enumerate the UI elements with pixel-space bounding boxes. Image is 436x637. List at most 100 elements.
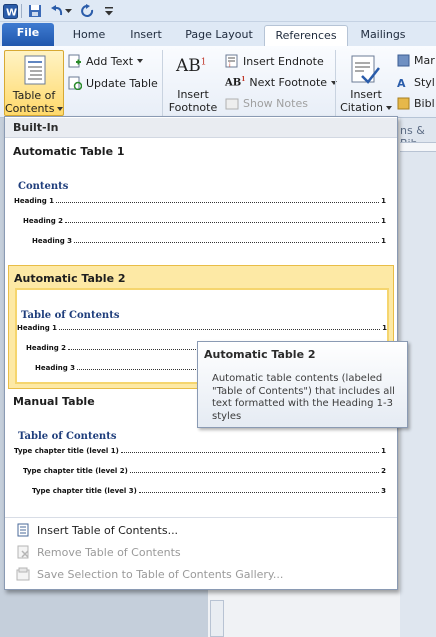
- ribbon-group-divider: [162, 50, 163, 116]
- table-of-contents-icon: [24, 55, 46, 88]
- insert-endnote-button[interactable]: i Insert Endnote: [225, 54, 324, 68]
- endnote-icon: i: [225, 54, 238, 68]
- tab-mailings[interactable]: Mailings: [352, 25, 414, 46]
- insert-citation-button[interactable]: Insert Citation: [338, 50, 394, 116]
- gallery-tooltip: Automatic Table 2 Automatic table conten…: [197, 341, 408, 428]
- insert-citation-label: Insert Citation: [338, 88, 394, 114]
- save-to-gallery-label: Save Selection to Table of Contents Gall…: [37, 567, 284, 581]
- remove-toc-label: Remove Table of Contents: [37, 545, 181, 559]
- automatic-table-1-title: Automatic Table 1: [13, 145, 125, 158]
- toc-preview-heading: Contents: [18, 181, 69, 192]
- insert-citation-icon: [350, 54, 380, 87]
- toc-line-page: 1: [382, 324, 387, 332]
- show-notes-label: Show Notes: [243, 97, 308, 110]
- toc-preview-line: Heading 3 1: [32, 237, 386, 245]
- builtin-header: Built-In: [5, 118, 397, 138]
- bibliography-button[interactable]: Bibl: [397, 97, 435, 110]
- update-table-icon: [68, 76, 82, 90]
- insert-toc-icon: [17, 523, 29, 537]
- tab-review-partial[interactable]: [418, 25, 436, 46]
- automatic-table-1-preview: Contents Heading 1 1 Heading 2 1 Heading 3…: [14, 175, 388, 259]
- toc-preview-line: Heading 1 1: [14, 197, 386, 205]
- toc-line-text: Heading 2: [26, 344, 67, 352]
- remove-table-of-contents-item[interactable]: Remove Table of Contents: [9, 541, 393, 563]
- insert-toc-label: Insert Table of Contents...: [37, 523, 179, 537]
- toc-line-page: 1: [381, 217, 386, 225]
- update-table-label: Update Table: [86, 76, 158, 90]
- tab-file[interactable]: File: [2, 23, 54, 46]
- automatic-table-2-title: Automatic Table 2: [14, 272, 126, 285]
- save-selection-to-gallery-item[interactable]: Save Selection to Table of Contents Gall…: [9, 563, 393, 585]
- next-footnote-button[interactable]: AB1 Next Footnote: [225, 76, 338, 89]
- style-icon: A: [397, 77, 406, 89]
- show-notes-icon: [225, 98, 239, 109]
- style-label: Styl: [414, 76, 435, 89]
- ribbon-group-divider: [335, 50, 336, 116]
- update-table-button[interactable]: Update Table: [68, 76, 158, 90]
- word-app-icon[interactable]: W: [2, 3, 18, 19]
- customize-qat-icon[interactable]: [104, 3, 114, 19]
- toc-line-text: Type chapter title (level 1): [14, 447, 119, 455]
- next-footnote-icon: AB1: [225, 76, 246, 89]
- show-notes-button[interactable]: Show Notes: [225, 97, 308, 110]
- manage-sources-icon: [397, 54, 410, 67]
- next-footnote-label: Next Footnote: [249, 76, 328, 89]
- insert-table-of-contents-item[interactable]: Insert Table of Contents...: [9, 519, 393, 541]
- manage-sources-button[interactable]: Mar: [397, 54, 435, 67]
- toc-preview-line: Type chapter title (level 3) 3: [32, 487, 386, 495]
- remove-toc-icon: [17, 545, 29, 559]
- chevron-down-icon: [137, 59, 144, 63]
- toc-preview-heading: Table of Contents: [18, 431, 117, 442]
- save-to-gallery-icon: [16, 567, 30, 581]
- insert-citation-line2: Citation: [340, 101, 383, 114]
- manage-sources-label: Mar: [414, 54, 435, 67]
- toc-line-page: 1: [381, 237, 386, 245]
- insert-footnote-line2: Footnote: [168, 101, 218, 114]
- toc-line-page: 1: [381, 197, 386, 205]
- insert-footnote-button[interactable]: AB1 Insert Footnote: [166, 50, 220, 116]
- toc-line-text: Type chapter title (level 2): [23, 467, 128, 475]
- ribbon-tab-bar: File Home Insert Page Layout References …: [0, 22, 436, 46]
- bibliography-label: Bibl: [414, 97, 435, 110]
- undo-icon[interactable]: [49, 3, 65, 19]
- table-of-contents-button[interactable]: Table of Contents: [4, 50, 64, 116]
- toc-line-text: Type chapter title (level 3): [32, 487, 137, 495]
- undo-dropdown-icon[interactable]: [64, 3, 72, 19]
- redo-icon[interactable]: [80, 3, 96, 19]
- tab-insert[interactable]: Insert: [120, 25, 172, 46]
- qat-divider: [21, 4, 22, 18]
- bibliography-icon: [397, 97, 410, 110]
- toc-line-text: Heading 3: [35, 364, 76, 372]
- toc-label-line1: Table of: [12, 89, 56, 102]
- toc-line-text: Heading 3: [32, 237, 73, 245]
- tab-home[interactable]: Home: [62, 25, 116, 46]
- chevron-down-icon: [385, 105, 392, 110]
- add-text-button[interactable]: Add Text: [68, 54, 144, 68]
- toc-line-text: Heading 2: [23, 217, 64, 225]
- toc-line-page: 1: [381, 447, 386, 455]
- toc-preview-line: Heading 1 1: [17, 324, 387, 332]
- toc-preview-line: Heading 2 1: [23, 217, 386, 225]
- insert-footnote-line1: Insert: [177, 88, 209, 101]
- toc-button-label: Table of Contents: [5, 89, 63, 115]
- menu-divider: [5, 517, 397, 518]
- tab-references[interactable]: References: [264, 25, 348, 46]
- toc-label-line2: Contents: [5, 102, 55, 115]
- manual-table-preview: Table of Contents Type chapter title (le…: [14, 427, 388, 511]
- toc-line-page: 3: [381, 487, 386, 495]
- toc-line-page: 2: [381, 467, 386, 475]
- chevron-down-icon: [57, 106, 63, 111]
- manual-table-title: Manual Table: [13, 395, 95, 408]
- horizontal-ruler: [400, 142, 436, 152]
- tooltip-title: Automatic Table 2: [204, 348, 316, 361]
- quick-access-toolbar: W: [0, 0, 436, 22]
- style-dropdown[interactable]: A Styl: [397, 76, 435, 89]
- insert-citation-line1: Insert: [350, 88, 382, 101]
- add-text-label: Add Text: [86, 54, 134, 68]
- toc-preview-line: Type chapter title (level 1) 1: [14, 447, 386, 455]
- save-icon[interactable]: [27, 3, 43, 19]
- gallery-item-automatic-table-1[interactable]: Automatic Table 1 Contents Heading 1 1 He…: [8, 139, 394, 263]
- tab-page-layout[interactable]: Page Layout: [177, 25, 261, 46]
- tooltip-description: Automatic table contents (labeled "Table…: [212, 373, 395, 422]
- insert-endnote-label: Insert Endnote: [243, 54, 324, 68]
